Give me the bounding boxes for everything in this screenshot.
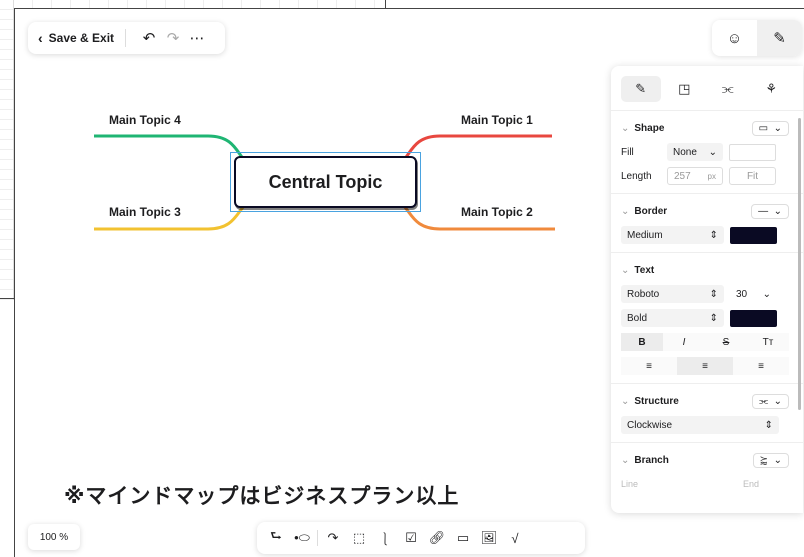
save-exit-label: Save & Exit [48, 31, 115, 45]
border-style-select[interactable]: — ⌄ [751, 203, 789, 219]
toolbar-divider [125, 29, 127, 47]
italic-button[interactable]: I [663, 333, 705, 351]
panel-tabs: ✎ ◳ ⫘ ⚘ [611, 66, 803, 110]
relationship-icon[interactable]: ↷ [320, 530, 346, 546]
length-label: Length [621, 170, 652, 182]
image-icon[interactable]: 🖼︎ [476, 530, 502, 546]
summary-icon[interactable]: ⎱ [372, 529, 398, 548]
fill-color-swatch[interactable] [729, 143, 776, 161]
shape-section-header[interactable]: ⌄ Shape [621, 123, 664, 134]
redo-icon[interactable]: ↷ [161, 29, 185, 47]
align-left-icon[interactable]: ≡ [621, 357, 677, 375]
text-case-button[interactable]: Tт [747, 333, 789, 351]
font-size-select[interactable]: 30 ⌄ [730, 285, 777, 303]
theme-tab-icon[interactable]: ⚘ [752, 76, 792, 102]
paint-brush-icon[interactable]: ✎ [757, 20, 802, 56]
text-align-row: ≡ ≡ ≡ [621, 357, 789, 375]
structure-section: ⌄ Structure ⫘ ⌄ Clockwise ⇕ [611, 383, 803, 442]
strikethrough-button[interactable]: S [705, 333, 747, 351]
text-color-swatch[interactable] [730, 309, 777, 327]
toolbar-divider [317, 530, 318, 546]
style-tab-icon[interactable]: ✎ [621, 76, 661, 102]
panel-scrollbar[interactable] [798, 118, 801, 410]
bold-button[interactable]: B [621, 333, 663, 351]
boundary-icon[interactable]: ⬚ [346, 530, 372, 546]
label-icon[interactable]: ▭ [450, 530, 476, 546]
add-subtopic-icon[interactable]: ⮑ [263, 527, 289, 549]
top-toolbar: ‹ Save & Exit ↶ ↷ ⋯ [28, 22, 225, 54]
fit-button[interactable]: Fit [729, 167, 776, 185]
border-section-header[interactable]: ⌄ Border [621, 206, 667, 217]
emoji-icon[interactable]: ☺ [712, 20, 757, 56]
branch-end-label: End [742, 479, 759, 489]
fill-label: Fill [621, 146, 634, 158]
structure-section-header[interactable]: ⌄ Structure [621, 396, 679, 407]
central-topic-selection[interactable]: Central Topic [230, 152, 421, 212]
shape-select[interactable]: ▭ ⌄ [751, 120, 789, 136]
chevron-left-icon: ‹ [38, 30, 43, 46]
undo-icon[interactable]: ↶ [137, 29, 161, 47]
text-section: ⌄ Text Roboto ⇕ 30 ⌄ Bold ⇕ B I S Tт ≡ ≡ ≡ [611, 252, 803, 383]
sticker-tab-icon[interactable]: ◳ [665, 76, 705, 102]
format-panel: ✎ ◳ ⫘ ⚘ ⌄ Shape ▭ ⌄ Fill None ⌄ Length 257… [611, 66, 803, 513]
branch-section-header[interactable]: ⌄ Branch [621, 455, 669, 466]
border-weight-select[interactable]: Medium ⇕ [621, 226, 724, 244]
main-topic-1[interactable]: Main Topic 1 [461, 113, 533, 127]
relationship-tab-icon[interactable]: ⫘ [708, 76, 748, 102]
equation-icon[interactable]: √ [502, 531, 528, 546]
branch-section: ⌄ Branch ⪸ ⌄ Line End [611, 442, 803, 497]
more-icon[interactable]: ⋯ [185, 29, 209, 47]
align-center-icon[interactable]: ≡ [677, 357, 733, 375]
structure-select[interactable]: ⫘ ⌄ [752, 393, 789, 409]
branch-select[interactable]: ⪸ ⌄ [752, 452, 789, 468]
zoom-level[interactable]: 100 % [28, 524, 80, 550]
add-topic-icon[interactable]: •⬭ [289, 530, 315, 546]
fill-select[interactable]: None ⌄ [667, 143, 723, 161]
font-weight-select[interactable]: Bold ⇕ [621, 309, 724, 327]
font-family-select[interactable]: Roboto ⇕ [621, 285, 724, 303]
main-topic-4[interactable]: Main Topic 4 [109, 113, 181, 127]
border-section: ⌄ Border — ⌄ Medium ⇕ [611, 193, 803, 252]
plan-note: ※マインドマップはビジネスプラン以上 [64, 484, 460, 508]
branch-main-topic-1 [402, 134, 552, 161]
branch-main-topic-4 [94, 134, 246, 161]
structure-direction-select[interactable]: Clockwise ⇕ [621, 416, 779, 434]
text-format-row: B I S Tт [621, 333, 789, 351]
align-right-icon[interactable]: ≡ [733, 357, 789, 375]
shape-section: ⌄ Shape ▭ ⌄ Fill None ⌄ Length 257 px Fit [611, 110, 803, 193]
save-exit-button[interactable]: ‹ Save & Exit [38, 30, 114, 46]
central-topic[interactable]: Central Topic [234, 156, 417, 208]
main-topic-2[interactable]: Main Topic 2 [461, 205, 533, 219]
border-color-swatch[interactable] [730, 226, 777, 244]
main-topic-3[interactable]: Main Topic 3 [109, 205, 181, 219]
task-icon[interactable]: ☑ [398, 530, 424, 546]
text-section-header[interactable]: ⌄ Text [621, 265, 654, 276]
top-right-toolbar: ☺ ✎ [712, 20, 802, 56]
branch-line-label: Line [621, 479, 639, 489]
link-icon[interactable]: 🔗︎ [424, 530, 450, 546]
insert-toolbar: ⮑ •⬭ ↷ ⬚ ⎱ ☑ 🔗︎ ▭ 🖼︎ √ [257, 522, 585, 554]
length-input[interactable]: 257 px [667, 167, 723, 185]
